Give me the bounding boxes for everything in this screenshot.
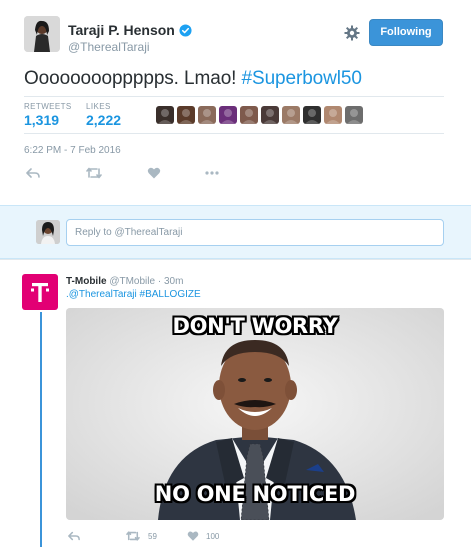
reply-tweet-retweet-count: 59 <box>148 532 157 541</box>
meme-bottom-caption: NO ONE NOTICED <box>154 482 356 506</box>
author-name[interactable]: Taraji P. Henson <box>68 22 192 40</box>
retweets-stat[interactable]: RETWEETS 1,319 <box>24 102 72 128</box>
reply-text: .@TherealTaraji #BALLOGIZE <box>66 289 201 300</box>
gear-icon[interactable] <box>343 24 361 42</box>
more-options-icon[interactable] <box>205 166 219 185</box>
likes-count[interactable]: 2,222 <box>86 112 121 128</box>
tweet-timestamp[interactable]: 6:22 PM - 7 Feb 2016 <box>24 145 121 156</box>
retweets-count[interactable]: 1,319 <box>24 112 72 128</box>
liker-avatar[interactable] <box>261 106 279 124</box>
liker-avatar[interactable] <box>198 106 216 124</box>
author-name-text[interactable]: Taraji P. Henson <box>68 22 175 38</box>
mention-link[interactable]: .@TherealTaraji <box>66 289 137 300</box>
like-heart-icon[interactable] <box>147 166 161 185</box>
following-button[interactable]: Following <box>369 19 443 46</box>
likes-label: LIKES <box>86 102 111 111</box>
reply-author-name[interactable]: T-Mobile <box>66 276 107 287</box>
reply-tweet-like-count: 100 <box>206 532 220 541</box>
reply-separator: · <box>155 276 164 287</box>
reply-author-handle[interactable]: @TMobile <box>109 276 155 287</box>
hashtag-link[interactable]: #Superbowl50 <box>242 68 362 89</box>
reply-author[interactable]: T-Mobile @TMobile · 30m <box>66 276 183 287</box>
reply-icon[interactable] <box>26 166 40 185</box>
liker-avatar[interactable] <box>240 106 258 124</box>
reply-tweet-retweet-icon[interactable] <box>126 530 140 544</box>
reply-hashtag-link[interactable]: #BALLOGIZE <box>140 289 201 300</box>
verified-badge-icon <box>179 24 192 40</box>
author-handle[interactable]: @TherealTaraji <box>68 40 150 54</box>
liker-avatar[interactable] <box>177 106 195 124</box>
reply-time[interactable]: 30m <box>164 276 183 287</box>
main-tweet: Taraji P. Henson @TherealTaraji Followin… <box>0 0 471 205</box>
liker-avatar[interactable] <box>324 106 342 124</box>
retweets-label: RETWEETS <box>24 102 72 111</box>
reply-tweet-actions: 59 100 <box>66 530 266 544</box>
liker-avatar[interactable] <box>345 106 363 124</box>
reply-tweet-like-icon[interactable] <box>187 530 199 544</box>
tweet-stats: RETWEETS 1,319 LIKES 2,222 <box>24 96 444 134</box>
reply-tweet-reply-icon[interactable] <box>68 530 80 544</box>
current-user-avatar[interactable] <box>36 220 60 244</box>
retweet-icon[interactable] <box>86 166 102 185</box>
likes-stat[interactable]: LIKES 2,222 <box>86 102 121 128</box>
tmobile-logo-icon[interactable] <box>22 274 58 310</box>
reply-tweet: T-Mobile @TMobile · 30m .@TherealTaraji … <box>0 259 471 547</box>
liker-avatar[interactable] <box>282 106 300 124</box>
meme-top-caption: DON'T WORRY <box>172 314 338 338</box>
reply-composer: Reply to @TherealTaraji <box>0 205 471 259</box>
reply-input[interactable]: Reply to @TherealTaraji <box>66 219 444 246</box>
thread-line <box>40 312 42 547</box>
tweet-body: Ooooooooppppps. Lmao! <box>24 68 242 89</box>
author-avatar[interactable] <box>24 16 60 52</box>
liker-avatar[interactable] <box>156 106 174 124</box>
tweet-actions <box>24 166 254 182</box>
liker-avatar[interactable] <box>303 106 321 124</box>
meme-image[interactable]: DON'T WORRY NO ONE NOTICED <box>66 308 444 520</box>
tweet-text: Ooooooooppppps. Lmao! #Superbowl50 <box>24 68 362 90</box>
liker-avatar[interactable] <box>219 106 237 124</box>
